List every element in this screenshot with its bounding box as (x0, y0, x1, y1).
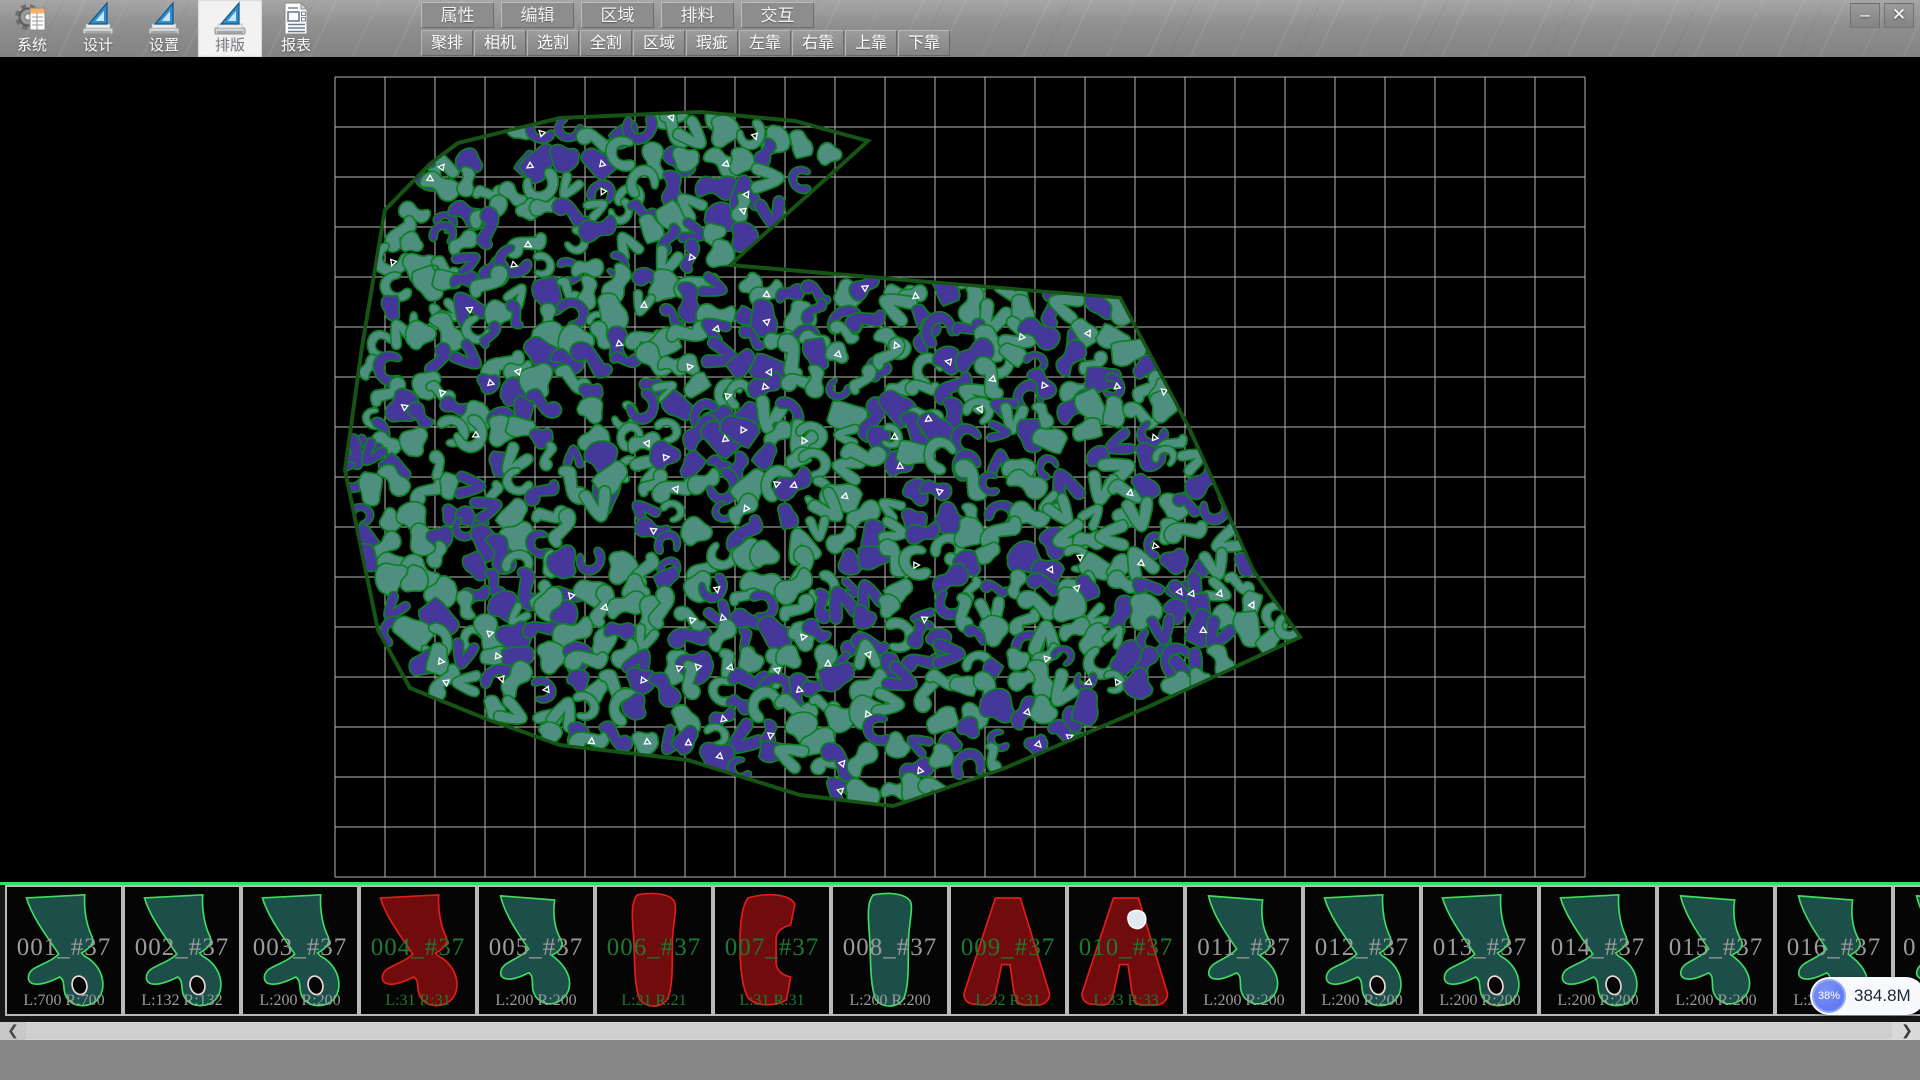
progress-percent-label: 38% (1818, 990, 1840, 1002)
nav-tab-label: 系统 (17, 37, 47, 55)
piece-thumbnail-010_#37[interactable]: 010_#37 L:33 R:33 (1067, 885, 1185, 1016)
piece-id-label: 003_#37 (243, 934, 357, 962)
scrollbar-thumb[interactable] (26, 1023, 1892, 1039)
piece-id-label: 006_#37 (597, 934, 711, 962)
menu-row: 属性编辑区域排料交互 (421, 2, 814, 28)
tool-button-聚排[interactable]: 聚排 (421, 30, 473, 56)
horizontal-scrollbar[interactable]: ❮ ❯ (0, 1022, 1920, 1040)
piece-thumbnail-007_#37[interactable]: 007_#37 L:31 R:31 (713, 885, 831, 1016)
piece-id-label: 008_#37 (833, 934, 947, 962)
piece-thumbnail-003_#37[interactable]: 003_#37 L:200 R:200 (241, 885, 359, 1016)
nav-tab-label: 设置 (149, 37, 179, 55)
tool-button-左靠[interactable]: 左靠 (739, 30, 791, 56)
piece-thumbnail-009_#37[interactable]: 009_#37 L:32 R:31 (949, 885, 1067, 1016)
piece-id-label: 0 (1895, 934, 1920, 962)
piece-lr-count-label: L:200 R:200 (1187, 992, 1301, 1010)
toolbar: 系统设计设置排版报表 属性编辑区域排料交互 聚排相机选割全割区域瑕疵左靠右靠上靠… (0, 0, 1920, 57)
piece-thumbnail-011_#37[interactable]: 011_#37 L:200 R:200 (1185, 885, 1303, 1016)
tool-button-区域[interactable]: 区域 (633, 30, 685, 56)
piece-thumbnail-015_#37[interactable]: 015_#37 L:200 R:200 (1657, 885, 1775, 1016)
piece-lr-count-label: L:32 R:31 (951, 992, 1065, 1010)
tool-button-瑕疵[interactable]: 瑕疵 (686, 30, 738, 56)
piece-thumbnail-013_#37[interactable]: 013_#37 L:200 R:200 (1421, 885, 1539, 1016)
tool-button-全割[interactable]: 全割 (580, 30, 632, 56)
tool-button-相机[interactable]: 相机 (474, 30, 526, 56)
piece-id-label: 007_#37 (715, 934, 829, 962)
piece-lr-count-label: L:700 R:700 (7, 992, 121, 1010)
ruler-icon (212, 1, 248, 37)
menu-item-属性[interactable]: 属性 (421, 2, 494, 28)
piece-thumbnail-012_#37[interactable]: 012_#37 L:200 R:200 (1303, 885, 1421, 1016)
nav-tab-label: 排版 (215, 37, 245, 55)
piece-lr-count-label: L:200 R:200 (479, 992, 593, 1010)
tool-button-上靠[interactable]: 上靠 (845, 30, 897, 56)
piece-thumbnail-001_#37[interactable]: 001_#37 L:700 R:700 (5, 885, 123, 1016)
tool-row: 聚排相机选割全割区域瑕疵左靠右靠上靠下靠 (421, 30, 950, 56)
piece-thumbnail-004_#37[interactable]: 004_#37 L:31 R:31 (359, 885, 477, 1016)
piece-id-label: 002_#37 (125, 934, 239, 962)
piece-lr-count-label: L:132 R:132 (125, 992, 239, 1010)
tool-button-选割[interactable]: 选割 (527, 30, 579, 56)
menu-item-区域[interactable]: 区域 (581, 2, 654, 28)
menu-item-交互[interactable]: 交互 (741, 2, 814, 28)
piece-id-label: 011_#37 (1187, 934, 1301, 962)
nesting-drawing (0, 57, 1920, 882)
piece-thumbnail-014_#37[interactable]: 014_#37 L:200 R:200 (1539, 885, 1657, 1016)
menu-item-排料[interactable]: 排料 (661, 2, 734, 28)
piece-lr-count-label: L:31 R:31 (715, 992, 829, 1010)
nav-tab-排版[interactable]: 排版 (198, 0, 262, 57)
nav-tab-label: 报表 (281, 37, 311, 55)
minimize-button[interactable]: – (1850, 3, 1880, 28)
memory-value-label: 384.8M (1846, 986, 1920, 1006)
piece-thumbnail-005_#37[interactable]: 005_#37 L:200 R:200 (477, 885, 595, 1016)
nav-tabs: 系统 设计 设置 排版 报表 (0, 0, 330, 57)
piece-lr-count-label: L:33 R:33 (1069, 992, 1183, 1010)
nav-tab-设计[interactable]: 设计 (66, 0, 130, 57)
progress-percent-circle: 38% (1812, 979, 1846, 1013)
nav-tab-报表[interactable]: 报表 (264, 0, 328, 57)
piece-id-label: 009_#37 (951, 934, 1065, 962)
nesting-canvas[interactable] (0, 57, 1920, 882)
ruler-icon (80, 1, 116, 37)
ruler-icon (146, 1, 182, 37)
piece-lr-count-label: L:200 R:200 (1423, 992, 1537, 1010)
status-bar (0, 1040, 1920, 1080)
piece-id-label: 014_#37 (1541, 934, 1655, 962)
scroll-right-arrow-icon[interactable]: ❯ (1894, 1022, 1920, 1040)
piece-id-label: 001_#37 (7, 934, 121, 962)
gear-icon (14, 1, 50, 37)
report-icon (278, 1, 314, 37)
piece-lr-count-label: L:200 R:200 (1305, 992, 1419, 1010)
piece-thumbnail-008_#37[interactable]: 008_#37 L:200 R:200 (831, 885, 949, 1016)
piece-lr-count-label: L:200 R:200 (1541, 992, 1655, 1010)
tool-button-下靠[interactable]: 下靠 (898, 30, 950, 56)
piece-id-label: 012_#37 (1305, 934, 1419, 962)
memory-usage-badge[interactable]: 38% 384.8M (1810, 977, 1920, 1015)
piece-lr-count-label: L:200 R:200 (833, 992, 947, 1010)
window-controls: – ✕ (1850, 3, 1914, 28)
piece-thumbnail-002_#37[interactable]: 002_#37 L:132 R:132 (123, 885, 241, 1016)
nav-tab-设置[interactable]: 设置 (132, 0, 196, 57)
menu-item-编辑[interactable]: 编辑 (501, 2, 574, 28)
piece-id-label: 015_#37 (1659, 934, 1773, 962)
close-button[interactable]: ✕ (1884, 3, 1914, 28)
piece-lr-count-label: L:200 R:200 (1659, 992, 1773, 1010)
piece-id-label: 010_#37 (1069, 934, 1183, 962)
piece-lr-count-label: L:200 R:200 (243, 992, 357, 1010)
piece-id-label: 005_#37 (479, 934, 593, 962)
scroll-left-arrow-icon[interactable]: ❮ (0, 1022, 26, 1040)
piece-lr-count-label: L:31 R:31 (361, 992, 475, 1010)
piece-id-label: 013_#37 (1423, 934, 1537, 962)
piece-thumbnail-006_#37[interactable]: 006_#37 L:21 R:21 (595, 885, 713, 1016)
nav-tab-label: 设计 (83, 37, 113, 55)
piece-id-label: 004_#37 (361, 934, 475, 962)
piece-lr-count-label: L:21 R:21 (597, 992, 711, 1010)
piece-thumbnail-strip: 001_#37L:700 R:700002_#37L:132 R:132003_… (0, 882, 1920, 1022)
tool-button-右靠[interactable]: 右靠 (792, 30, 844, 56)
nav-tab-系统[interactable]: 系统 (0, 0, 64, 57)
piece-id-label: 016_#37 (1777, 934, 1891, 962)
